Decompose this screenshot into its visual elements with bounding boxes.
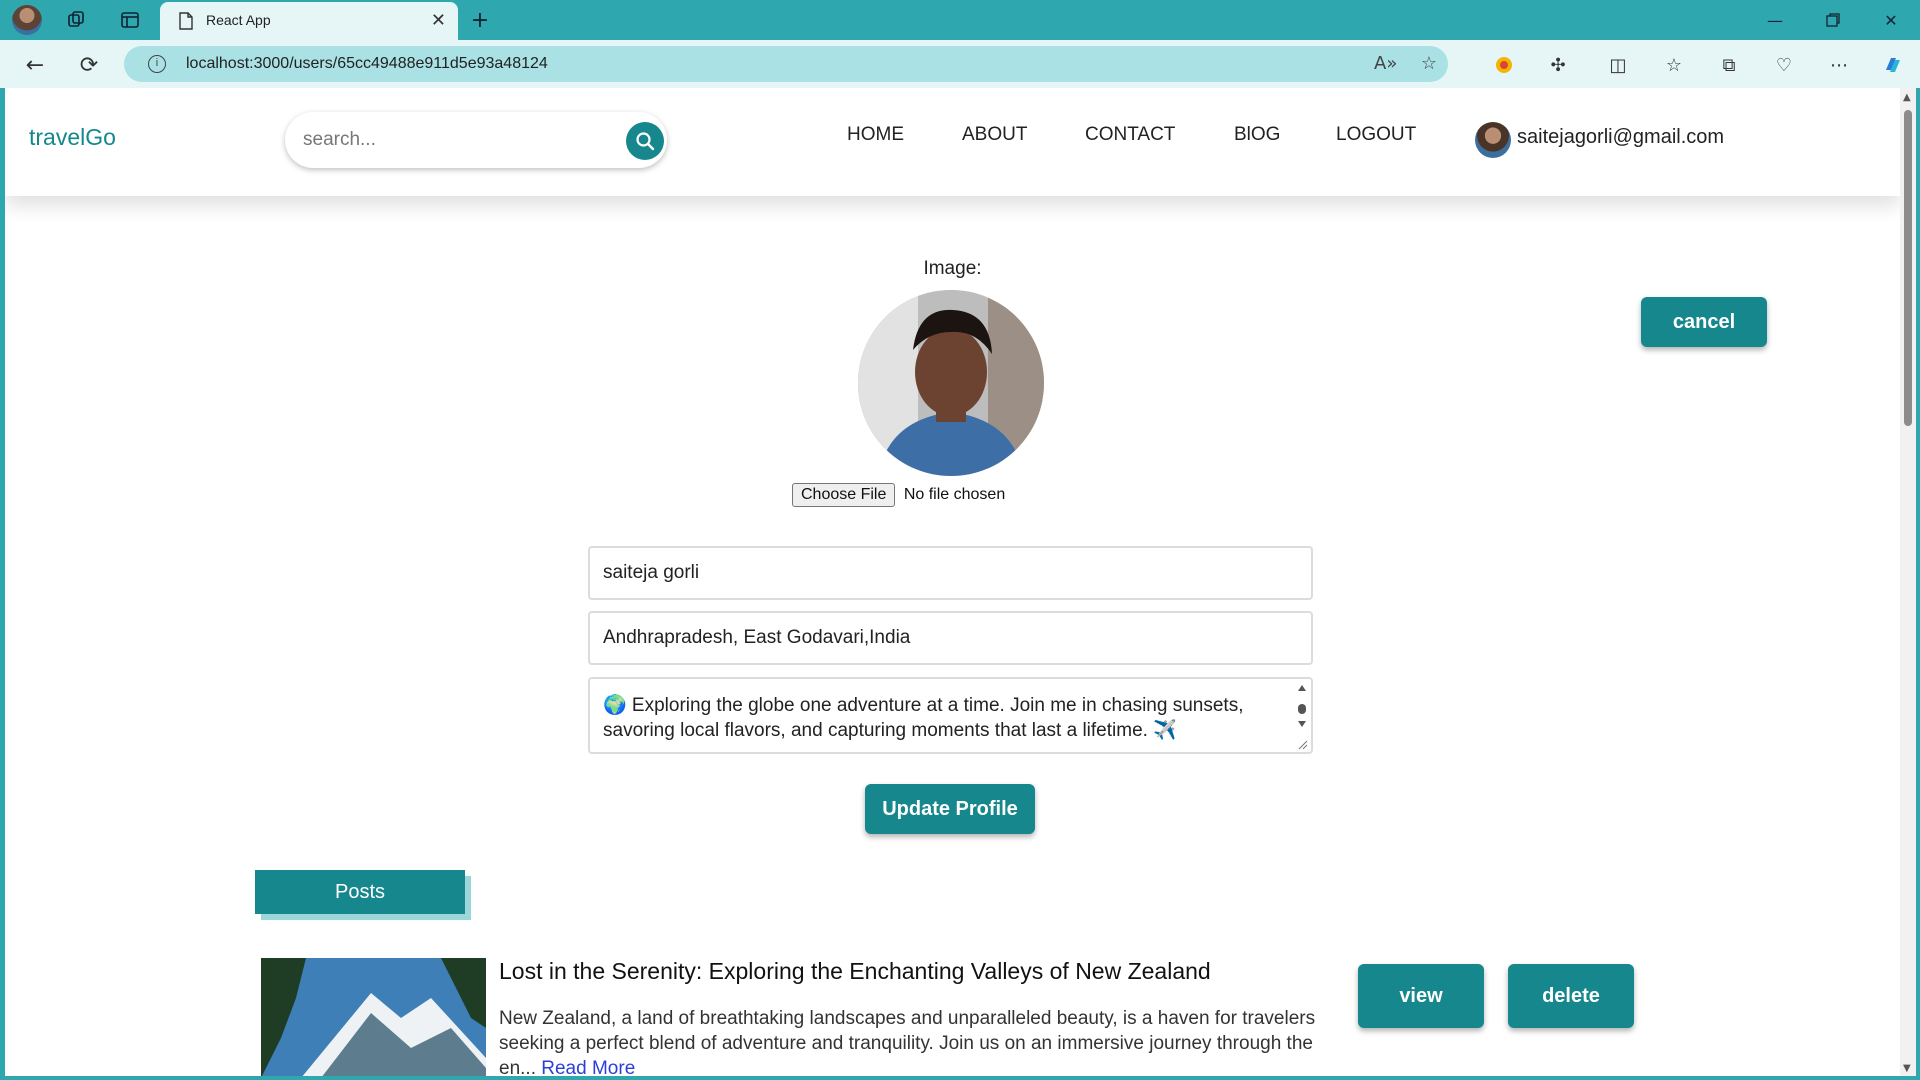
image-label: Image: xyxy=(923,258,982,279)
collections-icon[interactable]: ⧉ xyxy=(1716,52,1742,78)
new-tab-icon[interactable]: + xyxy=(466,6,494,34)
choose-file-button[interactable]: Choose File xyxy=(792,483,896,507)
delete-post-button[interactable]: delete xyxy=(1508,964,1634,1028)
view-post-button[interactable]: view xyxy=(1358,964,1484,1028)
split-screen-icon[interactable]: ◫ xyxy=(1605,52,1631,78)
minimize-icon[interactable]: — xyxy=(1752,6,1798,34)
search-button[interactable] xyxy=(626,122,664,160)
scroll-thumb[interactable] xyxy=(1904,110,1912,426)
search-input[interactable] xyxy=(303,126,603,154)
copilot-icon[interactable] xyxy=(1880,52,1906,78)
name-field[interactable]: saiteja gorli xyxy=(588,546,1313,600)
bio-text: 🌍 Exploring the globe one adventure at a… xyxy=(603,695,1244,741)
page-icon xyxy=(178,12,194,34)
search-box xyxy=(285,112,667,168)
page-viewport: travelGo HOME ABOUT CONTACT BlOG LOGOUT … xyxy=(5,88,1900,1076)
reload-icon[interactable]: ⟳ xyxy=(74,50,104,80)
favorites-icon[interactable]: ☆ xyxy=(1661,52,1687,78)
read-more-link[interactable]: Read More xyxy=(541,1058,635,1076)
tab-title: React App xyxy=(206,12,271,28)
search-icon xyxy=(636,132,655,151)
scroll-up-icon[interactable]: ▲ xyxy=(1903,92,1911,103)
url-text[interactable]: localhost:3000/users/65cc49488e911d5e93a… xyxy=(186,55,548,73)
nav-contact[interactable]: CONTACT xyxy=(1085,124,1175,146)
bio-scrollbar[interactable] xyxy=(1295,681,1309,751)
nav-blog[interactable]: BlOG xyxy=(1234,124,1280,146)
page-scrollbar[interactable]: ▲ ▼ xyxy=(1900,88,1916,1076)
browser-tab-bar: React App ✕ + — ✕ xyxy=(0,0,1920,40)
update-profile-button[interactable]: Update Profile xyxy=(865,784,1035,834)
close-tab-icon[interactable]: ✕ xyxy=(431,10,446,31)
nav-about[interactable]: ABOUT xyxy=(962,124,1027,146)
browser-essentials-icon[interactable]: ♡ xyxy=(1771,52,1797,78)
workspaces-icon[interactable] xyxy=(62,6,90,34)
close-window-icon[interactable]: ✕ xyxy=(1868,6,1914,34)
nav-home[interactable]: HOME xyxy=(847,124,904,146)
file-chooser: Choose File No file chosen xyxy=(792,483,1005,507)
extension-icon[interactable] xyxy=(1491,52,1517,78)
nav-logout[interactable]: LOGOUT xyxy=(1336,124,1416,146)
post-title[interactable]: Lost in the Serenity: Exploring the Ench… xyxy=(499,958,1211,985)
tab-react-app[interactable]: React App ✕ xyxy=(160,2,458,40)
restore-icon[interactable] xyxy=(1810,6,1856,34)
site-header: travelGo HOME ABOUT CONTACT BlOG LOGOUT … xyxy=(5,88,1900,196)
scroll-down-icon[interactable]: ▼ xyxy=(1903,1063,1911,1074)
favorite-star-icon[interactable]: ☆ xyxy=(1418,53,1440,75)
read-aloud-icon[interactable]: A» xyxy=(1374,53,1397,75)
user-avatar[interactable] xyxy=(1475,122,1511,158)
brand-logo[interactable]: travelGo xyxy=(29,124,116,151)
address-bar-row: ← ⟳ i localhost:3000/users/65cc49488e911… xyxy=(0,40,1920,88)
tab-actions-icon[interactable] xyxy=(116,6,144,34)
back-arrow-icon[interactable]: ← xyxy=(20,50,50,80)
browser-profile-avatar[interactable] xyxy=(12,5,42,35)
profile-photo xyxy=(858,290,1044,476)
file-status: No file chosen xyxy=(903,486,1006,503)
bio-textarea[interactable]: 🌍 Exploring the globe one adventure at a… xyxy=(588,677,1313,754)
user-email[interactable]: saitejagorli@gmail.com xyxy=(1517,126,1724,149)
post-excerpt: New Zealand, a land of breathtaking land… xyxy=(499,1006,1349,1076)
location-field[interactable]: Andhrapradesh, East Godavari,India xyxy=(588,611,1313,665)
more-menu-icon[interactable]: ⋯ xyxy=(1826,52,1852,78)
posts-tab[interactable]: Posts xyxy=(255,870,465,914)
post-thumbnail[interactable] xyxy=(261,958,486,1076)
extensions-puzzle-icon[interactable]: ✣ xyxy=(1545,52,1571,78)
url-box[interactable]: i localhost:3000/users/65cc49488e911d5e9… xyxy=(124,46,1448,82)
site-info-icon[interactable]: i xyxy=(148,55,166,73)
cancel-button[interactable]: cancel xyxy=(1641,297,1767,347)
